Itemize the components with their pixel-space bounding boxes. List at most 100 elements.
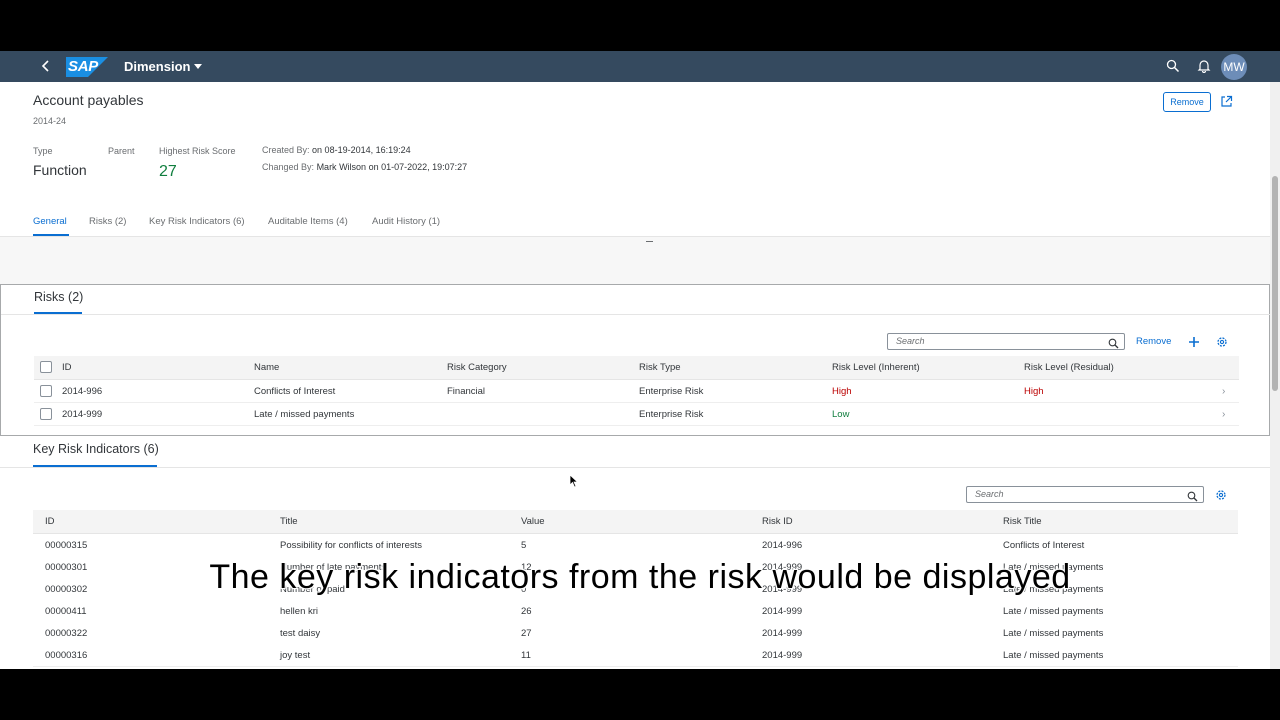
share-icon[interactable] xyxy=(1220,95,1233,108)
risks-section-title: Risks (2) xyxy=(34,290,84,304)
kri-risk-title: Late / missed payments xyxy=(1003,650,1104,661)
changed-value: Mark Wilson on 01-07-2022, 19:07:27 xyxy=(316,162,468,172)
chevron-right-icon[interactable]: › xyxy=(1222,386,1225,397)
risk-name: Conflicts of Interest xyxy=(254,386,336,397)
product-menu[interactable]: Dimension xyxy=(124,59,203,74)
risk-id: 2014-996 xyxy=(62,386,103,397)
risk-score-value: 27 xyxy=(159,163,177,180)
risks-section: Risks (2) Search Remove ID Name Risk Cat… xyxy=(0,284,1271,436)
chevron-right-icon[interactable]: › xyxy=(1222,409,1225,420)
sap-logo[interactable]: SAP xyxy=(66,57,108,77)
kri-id: 00000315 xyxy=(45,540,88,551)
column-header[interactable]: Risk Level (Inherent) xyxy=(832,362,920,373)
kri-title: test daisy xyxy=(280,628,321,639)
kri-risk-id: 2014-996 xyxy=(762,540,803,551)
kri-id: 00000411 xyxy=(45,606,87,617)
risks-search-placeholder: Search xyxy=(896,336,925,346)
search-icon[interactable] xyxy=(1108,336,1119,349)
divider xyxy=(0,467,1270,468)
kri-value: 11 xyxy=(521,650,531,661)
kri-search-placeholder: Search xyxy=(975,489,1004,499)
page-title: Account payables xyxy=(33,92,144,108)
risk-level-residual: High xyxy=(1024,386,1044,397)
object-header: Account payables 2014-24 Remove Type Fun… xyxy=(0,82,1270,237)
created-by: Created By: on 08-19-2014, 16:19:24 xyxy=(262,145,411,155)
add-icon[interactable] xyxy=(1188,335,1200,347)
risk-level-inherent: Low xyxy=(832,409,850,420)
mouse-pointer-icon xyxy=(569,474,579,488)
table-row[interactable]: 00000411 hellen kri 26 2014-999 Late / m… xyxy=(33,600,1238,623)
kri-risk-title: Conflicts of Interest xyxy=(1003,540,1085,551)
select-all-checkbox[interactable] xyxy=(40,361,52,373)
tab-general[interactable]: General xyxy=(33,216,67,227)
column-header[interactable]: Title xyxy=(280,516,298,527)
table-row[interactable]: 00000315 Possibility for conflicts of in… xyxy=(33,534,1238,557)
product-label: Dimension xyxy=(124,59,191,74)
tab-key-risk-indicators[interactable]: Key Risk Indicators (6) xyxy=(149,216,245,227)
back-icon[interactable] xyxy=(38,58,54,74)
tab-risks[interactable]: Risks (2) xyxy=(89,216,126,227)
risk-type: Enterprise Risk xyxy=(639,409,704,420)
kri-value: 5 xyxy=(521,540,527,551)
risks-remove-button[interactable]: Remove xyxy=(1136,336,1171,347)
kri-title: Possibility for conflicts of interests xyxy=(280,540,423,551)
avatar[interactable]: MW xyxy=(1221,54,1247,80)
risk-id: 2014-999 xyxy=(62,409,103,420)
row-checkbox[interactable] xyxy=(40,385,52,397)
settings-icon[interactable] xyxy=(1216,335,1228,347)
column-header[interactable]: ID xyxy=(45,516,55,527)
risk-type: Enterprise Risk xyxy=(639,386,704,397)
column-header[interactable]: Name xyxy=(254,362,279,373)
table-row[interactable]: 00000316 joy test 11 2014-999 Late / mis… xyxy=(33,644,1238,667)
kri-risk-id: 2014-999 xyxy=(762,628,803,639)
table-row[interactable]: 2014-999 Late / missed payments Enterpri… xyxy=(34,403,1239,426)
caret-down-icon xyxy=(194,64,203,69)
search-icon[interactable] xyxy=(1166,59,1180,73)
divider xyxy=(1,314,1271,315)
kri-risk-title: Late / missed payments xyxy=(1003,628,1104,639)
kri-risk-id: 2014-999 xyxy=(762,650,803,661)
parent-label: Parent xyxy=(108,146,135,156)
risk-name: Late / missed payments xyxy=(254,409,355,420)
table-row[interactable]: 2014-996 Conflicts of Interest Financial… xyxy=(34,380,1239,403)
kri-risk-title: Late / missed payments xyxy=(1003,606,1104,617)
changed-by: Changed By: Mark Wilson on 01-07-2022, 1… xyxy=(262,162,467,172)
remove-button[interactable]: Remove xyxy=(1163,92,1211,112)
bell-icon[interactable] xyxy=(1197,59,1211,74)
kri-id: 00000322 xyxy=(45,628,88,639)
kri-value: 26 xyxy=(521,606,532,617)
kri-table-header: ID Title Value Risk ID Risk Title xyxy=(33,510,1238,534)
tab-selection-indicator xyxy=(33,234,69,236)
changed-label: Changed By: xyxy=(262,162,315,172)
created-value: on 08-19-2014, 16:19:24 xyxy=(312,145,411,155)
header-collapse-handle[interactable] xyxy=(646,241,653,242)
settings-icon[interactable] xyxy=(1215,488,1227,500)
risks-table-header: ID Name Risk Category Risk Type Risk Lev… xyxy=(34,356,1239,380)
scrollbar-thumb[interactable] xyxy=(1272,176,1278,391)
risk-level-inherent: High xyxy=(832,386,852,397)
row-checkbox[interactable] xyxy=(40,408,52,420)
shell-bar: SAP Dimension MW xyxy=(0,51,1280,82)
risks-search-input[interactable]: Search xyxy=(887,333,1125,350)
kri-title: joy test xyxy=(280,650,311,661)
risk-score-label: Highest Risk Score xyxy=(159,146,236,156)
kri-value: 27 xyxy=(521,628,532,639)
kri-risk-id: 2014-999 xyxy=(762,606,803,617)
type-label: Type xyxy=(33,146,53,156)
kri-section-title: Key Risk Indicators (6) xyxy=(33,442,159,456)
kri-section: Key Risk Indicators (6) Search ID Title … xyxy=(0,436,1270,669)
column-header[interactable]: ID xyxy=(62,362,72,373)
tab-audit-history[interactable]: Audit History (1) xyxy=(372,216,440,227)
column-header[interactable]: Value xyxy=(521,516,545,527)
column-header[interactable]: Risk Category xyxy=(447,362,507,373)
tab-auditable-items[interactable]: Auditable Items (4) xyxy=(268,216,348,227)
column-header[interactable]: Risk Title xyxy=(1003,516,1042,527)
column-header[interactable]: Risk Level (Residual) xyxy=(1024,362,1114,373)
kri-title: hellen kri xyxy=(280,606,319,617)
column-header[interactable]: Risk ID xyxy=(762,516,793,527)
search-icon[interactable] xyxy=(1187,489,1198,502)
kri-search-input[interactable]: Search xyxy=(966,486,1204,503)
table-row[interactable]: 00000322 test daisy 27 2014-999 Late / m… xyxy=(33,622,1238,645)
column-header[interactable]: Risk Type xyxy=(639,362,681,373)
risk-category: Financial xyxy=(447,386,486,397)
